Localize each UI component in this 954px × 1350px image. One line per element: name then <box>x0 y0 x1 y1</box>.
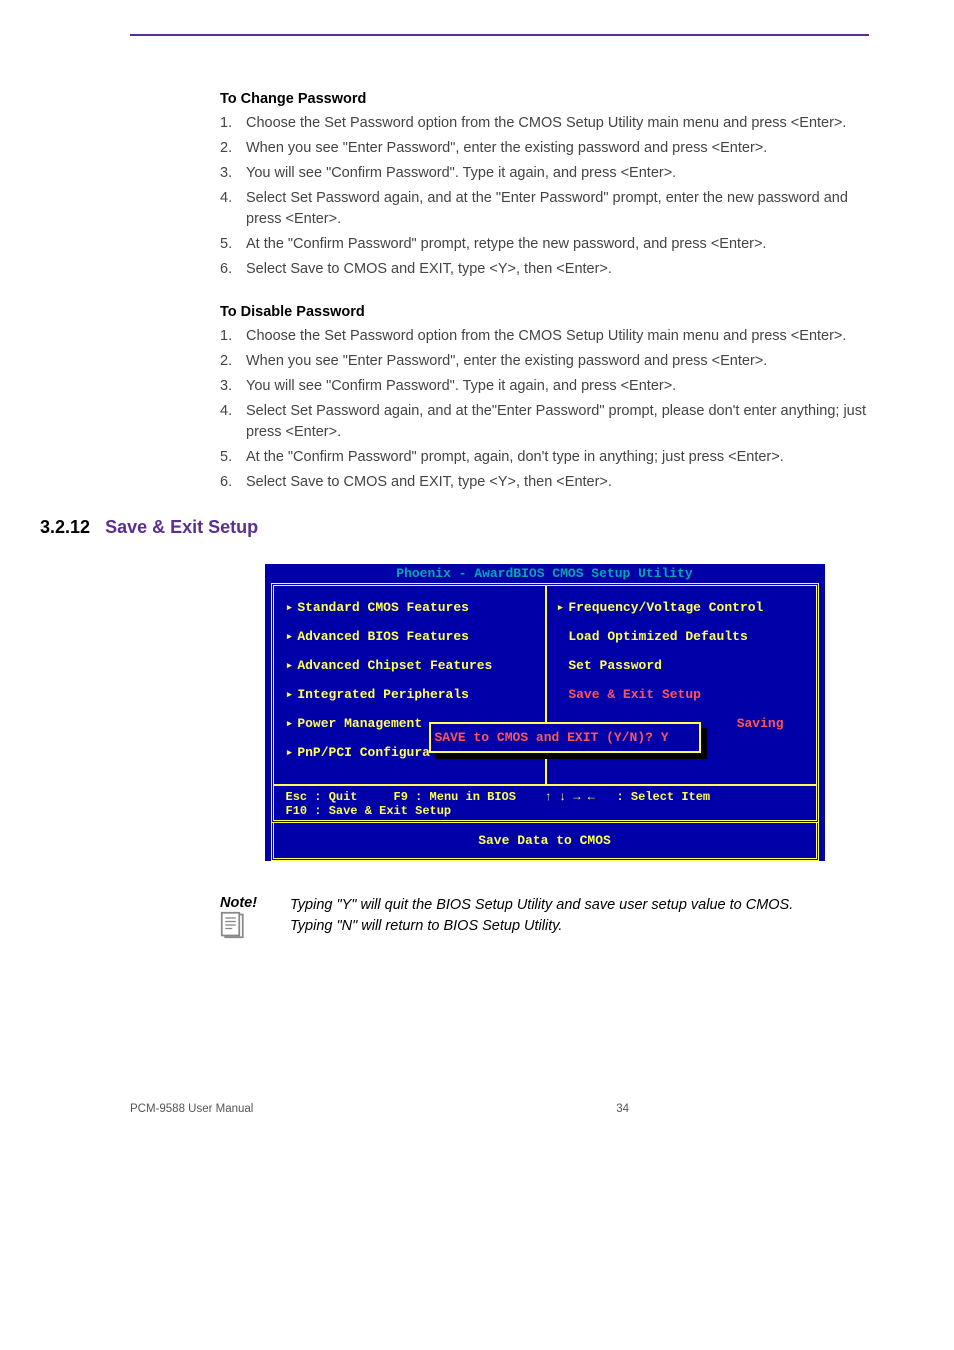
triangle-icon: ▸ <box>286 716 294 731</box>
bios-footer: Save Data to CMOS <box>274 823 816 858</box>
list-text: Select Save to CMOS and EXIT, type <Y>, … <box>246 259 869 280</box>
list-text: You will see "Confirm Password". Type it… <box>246 163 869 184</box>
bios-menu-item: ▸Advanced BIOS Features <box>286 629 533 644</box>
bios-title: Phoenix - AwardBIOS CMOS Setup Utility <box>265 564 825 583</box>
note-label: Note! <box>220 895 290 911</box>
list-text: When you see "Enter Password", enter the… <box>246 351 869 372</box>
list-number: 6. <box>220 472 246 493</box>
bios-menu-item: ▸Integrated Peripherals <box>286 687 533 702</box>
list-number: 5. <box>220 447 246 468</box>
list-number: 1. <box>220 113 246 134</box>
bios-screenshot: Phoenix - AwardBIOS CMOS Setup Utility ▸… <box>265 564 825 861</box>
bios-legend-arrows: ↑ ↓ → ← : Select Item <box>545 790 804 818</box>
list-text: You will see "Confirm Password". Type it… <box>246 376 869 397</box>
note-line1: Typing "Y" will quit the BIOS Setup Util… <box>290 895 869 916</box>
list-item: 5.At the "Confirm Password" prompt, agai… <box>220 447 869 468</box>
triangle-icon: ▸ <box>286 600 294 615</box>
heading-change-password: To Change Password <box>220 91 869 107</box>
list-item: 2.When you see "Enter Password", enter t… <box>220 138 869 159</box>
section-title: Save & Exit Setup <box>105 517 258 537</box>
bios-legend: Esc : Quit F9 : Menu in BIOS F10 : Save … <box>274 784 816 820</box>
section-heading-save-exit: 3.2.12 Save & Exit Setup <box>40 517 869 538</box>
list-item: 2.When you see "Enter Password", enter t… <box>220 351 869 372</box>
list-number: 1. <box>220 326 246 347</box>
bios-legend-f9: F9 : Menu in BIOS <box>394 790 516 804</box>
triangle-icon: ▸ <box>286 658 294 673</box>
list-number: 5. <box>220 234 246 255</box>
list-text: Select Set Password again, and at the"En… <box>246 401 869 443</box>
bios-menu-item: ▸Advanced Chipset Features <box>286 658 533 673</box>
list-text: Select Save to CMOS and EXIT, type <Y>, … <box>246 472 869 493</box>
list-item: 5.At the "Confirm Password" prompt, rety… <box>220 234 869 255</box>
bios-legend-f10: F10 : Save & Exit Setup <box>286 804 452 818</box>
list-text: Choose the Set Password option from the … <box>246 113 869 134</box>
list-item: 6.Select Save to CMOS and EXIT, type <Y>… <box>220 259 869 280</box>
list-text: At the "Confirm Password" prompt, again,… <box>246 447 869 468</box>
list-number: 3. <box>220 163 246 184</box>
list-item: 1.Choose the Set Password option from th… <box>220 326 869 347</box>
section-number: 3.2.12 <box>40 517 90 537</box>
bios-menu-item: ▸Frequency/Voltage Control <box>557 600 804 615</box>
triangle-icon: ▸ <box>286 629 294 644</box>
list-text: Choose the Set Password option from the … <box>246 326 869 347</box>
list-item: 1.Choose the Set Password option from th… <box>220 113 869 134</box>
list-change-password: 1.Choose the Set Password option from th… <box>220 113 869 280</box>
bios-menu-item: ▸Load Optimized Defaults <box>557 629 804 644</box>
list-number: 4. <box>220 188 246 230</box>
list-number: 6. <box>220 259 246 280</box>
list-item: 4.Select Set Password again, and at the … <box>220 188 869 230</box>
triangle-icon: ▸ <box>557 600 565 615</box>
bios-menu-item: ▸Set Password <box>557 658 804 673</box>
bios-legend-esc: Esc : Quit <box>286 790 358 804</box>
page-footer: PCM-9588 User Manual 34 <box>130 1103 869 1115</box>
note-block: Note! Typing "Y" will quit the BIOS Setu… <box>220 895 869 943</box>
list-number: 2. <box>220 351 246 372</box>
list-number: 3. <box>220 376 246 397</box>
list-item: 6.Select Save to CMOS and EXIT, type <Y>… <box>220 472 869 493</box>
list-text: When you see "Enter Password", enter the… <box>246 138 869 159</box>
bios-menu-item: ▸Standard CMOS Features <box>286 600 533 615</box>
list-item: 3.You will see "Confirm Password". Type … <box>220 163 869 184</box>
triangle-icon: ▸ <box>286 745 294 760</box>
bios-menu-item-selected: ▸Save & Exit Setup <box>557 687 804 702</box>
triangle-icon: ▸ <box>286 687 294 702</box>
list-text: Select Set Password again, and at the "E… <box>246 188 869 230</box>
note-line2: Typing "N" will return to BIOS Setup Uti… <box>290 916 869 937</box>
note-icon <box>220 911 290 943</box>
heading-disable-password: To Disable Password <box>220 304 869 320</box>
list-item: 3.You will see "Confirm Password". Type … <box>220 376 869 397</box>
list-number: 2. <box>220 138 246 159</box>
list-number: 4. <box>220 401 246 443</box>
list-item: 4.Select Set Password again, and at the"… <box>220 401 869 443</box>
list-text: At the "Confirm Password" prompt, retype… <box>246 234 869 255</box>
list-disable-password: 1.Choose the Set Password option from th… <box>220 326 869 493</box>
bios-dialog: SAVE to CMOS and EXIT (Y/N)? Y <box>429 722 701 753</box>
footer-page-number: 34 <box>616 1103 629 1115</box>
footer-manual-name: PCM-9588 User Manual <box>130 1103 253 1115</box>
